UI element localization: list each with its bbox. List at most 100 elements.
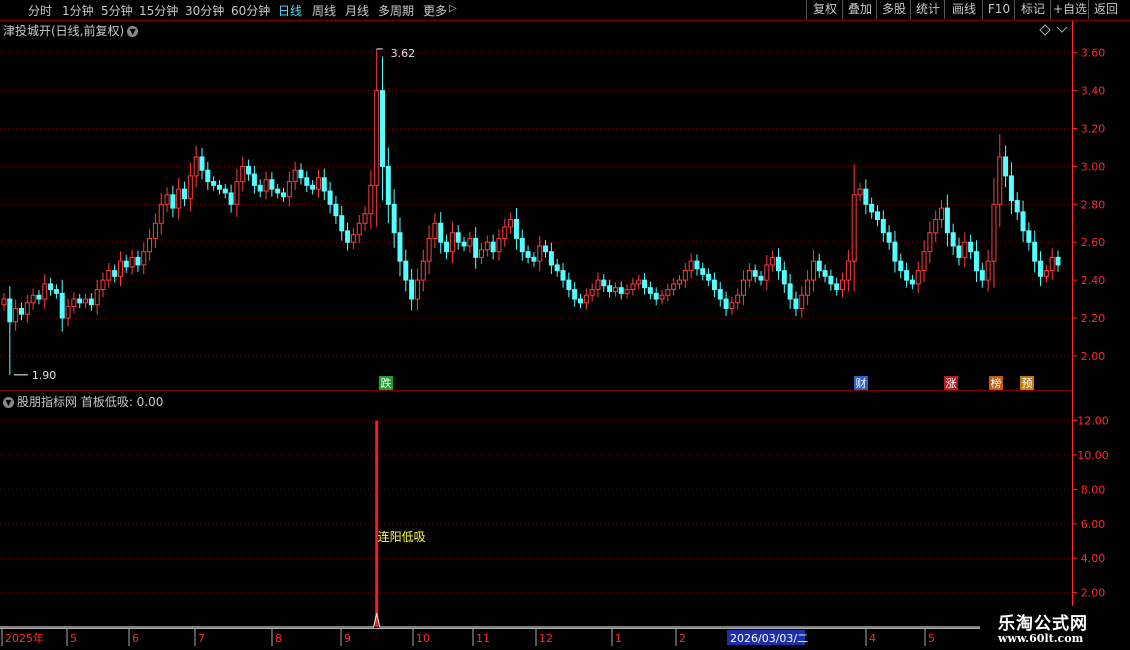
candle-body-16 — [94, 289, 100, 306]
candle-body-107 — [624, 289, 630, 294]
candle-body-52 — [304, 177, 310, 186]
candle-body-127 — [741, 279, 747, 296]
candle-body-156 — [909, 279, 915, 285]
chevron-down-icon[interactable]: ▼ — [127, 26, 139, 37]
candle-body-1 — [7, 298, 13, 323]
candle-body-101 — [589, 289, 595, 296]
candle-body-170 — [991, 203, 997, 262]
candle-body-43 — [251, 173, 257, 186]
candle-body-54 — [315, 177, 321, 190]
cursor-date-label: 2026/03/03/二 — [730, 632, 808, 645]
candle-body-117 — [682, 270, 688, 281]
kline-chart[interactable]: 3.603.403.203.002.802.602.402.202.0012.0… — [0, 0, 1130, 650]
time-label-2: 6 — [132, 632, 139, 645]
watermark: 乐淘公式网 www.60lt.com — [982, 606, 1130, 650]
chevron-down-icon[interactable]: ▼ — [3, 397, 14, 408]
candle-body-3 — [18, 308, 24, 315]
candle-body-14 — [83, 298, 89, 304]
candle-body-165 — [962, 241, 968, 258]
grid-layer — [0, 21, 1130, 646]
candle-body-49 — [286, 181, 292, 198]
candle-body-143 — [834, 283, 840, 291]
candle-body-130 — [758, 275, 764, 281]
candle-body-41 — [240, 165, 246, 183]
candle-body-77 — [449, 232, 455, 253]
candle-body-179 — [1043, 270, 1049, 277]
candle-body-147 — [857, 188, 863, 196]
candle-body-95 — [554, 264, 560, 272]
event-badge-1: 财 — [856, 376, 867, 390]
candle-body-151 — [880, 218, 886, 234]
candle-body-6 — [36, 294, 42, 300]
candle-body-86 — [502, 226, 508, 239]
price-tick-label-0: 3.60 — [1081, 47, 1106, 60]
candle-body-120 — [700, 268, 706, 275]
candle-body-135 — [787, 283, 793, 300]
candle-body-80 — [467, 237, 473, 247]
candle-body-157 — [915, 270, 921, 285]
candle-body-155 — [904, 270, 910, 281]
candle-body-94 — [548, 251, 554, 266]
candle-body-31 — [182, 188, 188, 200]
labels-layer: 3.603.403.203.002.802.602.402.202.0012.0… — [5, 24, 1109, 645]
candle-body-50 — [292, 169, 298, 183]
candle-body-23 — [135, 256, 141, 266]
candle-body-168 — [979, 270, 985, 281]
candle-body-111 — [647, 287, 653, 294]
candle-body-11 — [65, 306, 71, 319]
candle-body-142 — [828, 275, 834, 285]
candle-body-166 — [968, 241, 974, 253]
candle-body-47 — [275, 188, 281, 194]
candle-body-152 — [886, 232, 892, 243]
candle-body-118 — [688, 260, 694, 272]
candle-body-85 — [496, 237, 502, 253]
candle-body-12 — [71, 298, 77, 308]
candle-body-153 — [892, 241, 898, 262]
indicator-title-text: 股朋指标网 首板低吸: 0.00 — [17, 395, 164, 409]
candle-body-61 — [356, 222, 362, 236]
candle-body-134 — [781, 270, 787, 285]
candle-body-122 — [711, 279, 717, 291]
candle-body-172 — [1003, 156, 1009, 177]
candles-layer — [1, 48, 1061, 375]
candle-body-99 — [577, 298, 583, 304]
candle-body-160 — [933, 218, 939, 234]
candle-body-139 — [810, 260, 816, 281]
candle-body-98 — [572, 289, 578, 300]
candle-body-72 — [420, 260, 426, 281]
candle-body-65 — [380, 90, 386, 167]
candle-body-125 — [729, 302, 735, 310]
candle-body-91 — [531, 256, 537, 262]
candle-body-29 — [170, 194, 176, 209]
candle-body-103 — [601, 279, 607, 287]
candle-body-60 — [350, 234, 356, 243]
candle-body-175 — [1020, 211, 1026, 232]
candle-body-25 — [147, 237, 153, 253]
candle-body-97 — [566, 279, 572, 291]
candle-body-129 — [752, 270, 758, 277]
candle-body-146 — [851, 194, 857, 262]
candle-body-163 — [950, 232, 956, 247]
candle-body-73 — [426, 237, 432, 262]
time-label-0: 2025年 — [5, 631, 44, 645]
candle-body-42 — [246, 165, 252, 175]
candle-body-123 — [717, 289, 723, 300]
candle-body-13 — [77, 298, 83, 304]
candle-body-7 — [42, 283, 48, 300]
candle-body-38 — [222, 188, 228, 194]
candle-body-36 — [211, 181, 217, 186]
candle-body-180 — [1049, 256, 1055, 272]
candle-body-92 — [537, 245, 543, 262]
candle-body-34 — [199, 156, 205, 171]
time-label-6: 10 — [416, 632, 430, 645]
time-label-9: 1 — [615, 632, 622, 645]
candle-body-110 — [642, 279, 648, 289]
price-tick-label-4: 2.80 — [1081, 198, 1106, 211]
high-price-label: 3.62 — [391, 47, 416, 60]
price-tick-label-2: 3.20 — [1081, 123, 1106, 136]
candle-body-78 — [455, 232, 461, 243]
indicator-tick-label-3: 6.00 — [1081, 518, 1106, 531]
candle-body-62 — [362, 213, 368, 224]
event-badge-3: 榜 — [991, 376, 1002, 390]
candle-body-15 — [88, 298, 94, 306]
